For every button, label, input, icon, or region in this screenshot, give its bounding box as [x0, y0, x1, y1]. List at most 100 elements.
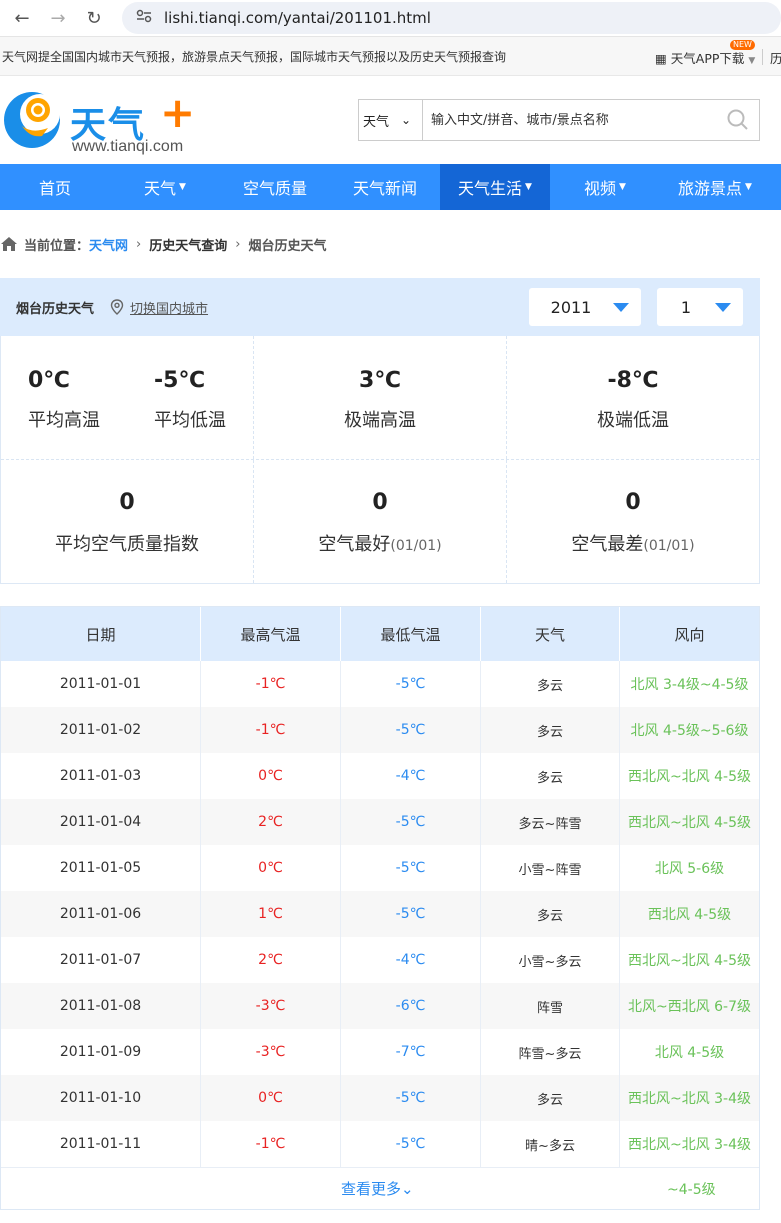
logo-site-url: www.tianqi.com — [72, 138, 184, 155]
cell-date: 2011-01-07 — [59, 952, 142, 968]
cell-high: -1℃ — [200, 661, 340, 707]
cell-date: 2011-01-04 — [59, 814, 142, 830]
worst-air-date: (01/01) — [643, 538, 695, 554]
nav-item-travel[interactable]: 旅游景点 ▼ — [660, 164, 770, 210]
nav-item-weather-life[interactable]: 天气生活 ▼ — [440, 164, 550, 210]
avg-high-value: 0℃ — [28, 368, 70, 393]
chevron-down-icon: ⌄ — [401, 113, 412, 127]
site-logo[interactable]: 天气 + www.tianqi.com — [0, 86, 200, 156]
stat-cell-extreme-high: 3℃ 极端高温 — [253, 336, 506, 459]
month-select[interactable]: 1 — [657, 288, 743, 326]
divider — [762, 49, 763, 65]
dropdown-triangle-icon: ▼ — [619, 182, 626, 192]
app-download-link[interactable]: ▦ 天气APP下载 ▼ — [655, 48, 755, 67]
cell-high: -1℃ — [200, 1121, 340, 1167]
cell-low: -4℃ — [340, 937, 480, 983]
dropdown-triangle-icon: ▼ — [525, 182, 532, 192]
browser-toolbar: ← → ↻ lishi.tianqi.com/yantai/201101.htm… — [0, 0, 781, 36]
cell-low: -6℃ — [340, 983, 480, 1029]
cell-low: -5℃ — [340, 707, 480, 753]
cell-weather: 多云 — [480, 753, 619, 799]
cell-wind: 北风 3-4级~4-5级 — [619, 661, 759, 707]
back-arrow-icon[interactable]: ← — [8, 4, 36, 32]
caret-down-icon — [613, 302, 629, 312]
chevron-right-icon: › — [235, 236, 241, 252]
nav-item-air-quality[interactable]: 空气质量 — [220, 164, 330, 210]
header-date: 日期 — [85, 625, 116, 644]
cell-low: -5℃ — [340, 891, 480, 937]
breadcrumb-history-link[interactable]: 历史天气查询 — [149, 235, 227, 254]
avg-low-label: 平均低温 — [154, 410, 226, 431]
show-more-button[interactable]: 查看更多⌄ — [341, 1178, 414, 1199]
search-button[interactable] — [717, 100, 759, 140]
cell-high: 1℃ — [200, 891, 340, 937]
switch-city-link[interactable]: 切换国内城市 — [130, 298, 208, 317]
avg-high-label: 平均高温 — [28, 410, 100, 431]
extreme-high-label: 极端高温 — [344, 410, 416, 431]
history-table: 日期 最高气温 最低气温 天气 风向 2011-01-01 -1℃ -5℃ 多云 北风 … — [0, 606, 760, 1210]
table-header: 日期 最高气温 最低气温 天气 风向 — [1, 607, 759, 661]
year-select[interactable]: 2011 — [529, 288, 641, 326]
breadcrumb-home-link[interactable]: 天气网 — [89, 235, 128, 254]
cell-high: -3℃ — [200, 983, 340, 1029]
cell-wind: 西北风 4-5级 — [619, 891, 759, 937]
table-row: 2011-01-08 -3℃ -6℃ 阵雪 北风~西北风 6-7级 — [1, 983, 759, 1029]
cell-weather: 多云 — [480, 1075, 619, 1121]
home-icon — [1, 237, 17, 251]
search-input[interactable] — [423, 100, 717, 140]
dropdown-triangle-icon: ▼ — [745, 182, 752, 192]
cell-weather: 多云 — [480, 707, 619, 753]
breadcrumb-current: 烟台历史天气 — [248, 238, 327, 254]
cell-date: 2011-01-02 — [59, 722, 142, 738]
cell-low: -5℃ — [340, 845, 480, 891]
nav-item-weather[interactable]: 天气 ▼ — [110, 164, 220, 210]
cell-high: -1℃ — [200, 707, 340, 753]
table-row: 2011-01-09 -3℃ -7℃ 阵雪~多云 北风 4-5级 — [1, 1029, 759, 1075]
stat-cell-avg-temp: 0℃ 平均高温 -5℃ 平均低温 — [1, 336, 253, 459]
cell-low: -5℃ — [340, 661, 480, 707]
table-row: 2011-01-11 -1℃ -5℃ 晴~多云 西北风~北风 3-4级 — [1, 1121, 759, 1167]
cell-low: -4℃ — [340, 753, 480, 799]
search-type-select[interactable]: 天气 ⌄ — [359, 100, 423, 140]
stat-cell-avg-aqi: 0 平均空气质量指数 — [1, 460, 253, 583]
cell-low: -7℃ — [340, 1029, 480, 1075]
nav-item-weather-news[interactable]: 天气新闻 — [330, 164, 440, 210]
worst-air-value: 0 — [625, 490, 641, 515]
cell-date: 2011-01-09 — [59, 1044, 142, 1060]
avg-aqi-label: 平均空气质量指数 — [55, 534, 199, 555]
extreme-high-value: 3℃ — [359, 368, 401, 393]
cell-wind: 西北风~北风 4-5级 — [619, 753, 759, 799]
stat-cell-best-air: 0 空气最好(01/01) — [253, 460, 506, 583]
cell-low: -5℃ — [340, 1075, 480, 1121]
site-settings-icon[interactable] — [136, 9, 152, 27]
breadcrumb-prefix: 当前位置： — [24, 238, 90, 254]
search-icon — [727, 109, 748, 130]
cell-weather: 小雪~多云 — [480, 937, 619, 983]
cell-high: 0℃ — [200, 753, 340, 799]
cell-low: -5℃ — [340, 799, 480, 845]
reload-icon[interactable]: ↻ — [80, 4, 108, 32]
cell-wind: 北风~西北风 6-7级 — [619, 983, 759, 1029]
stat-cell-worst-air: 0 空气最差(01/01) — [506, 460, 759, 583]
cell-wind: 西北风~北风 3-4级 — [619, 1075, 759, 1121]
cell-wind: 北风 4-5级 — [619, 1029, 759, 1075]
address-url: lishi.tianqi.com/yantai/201101.html — [164, 9, 431, 27]
forward-arrow-icon[interactable]: → — [44, 4, 72, 32]
nav-item-home[interactable]: 首页 — [0, 164, 110, 210]
extreme-low-label: 极端低温 — [597, 410, 669, 431]
stat-cell-extreme-low: -8℃ 极端低温 — [506, 336, 759, 459]
header-low: 最低气温 — [340, 607, 480, 661]
table-row: 2011-01-02 -1℃ -5℃ 多云 北风 4-5级~5-6级 — [1, 707, 759, 753]
search-box: 天气 ⌄ — [358, 99, 760, 141]
history-panel-header: 烟台历史天气 切换国内城市 2011 1 — [0, 278, 760, 336]
nav-item-video[interactable]: 视频 ▼ — [550, 164, 660, 210]
cell-date: 2011-01-08 — [59, 998, 142, 1014]
table-row: 2011-01-10 0℃ -5℃ 多云 西北风~北风 3-4级 — [1, 1075, 759, 1121]
history-link[interactable]: 历 — [770, 48, 781, 67]
site-header: 天气 + www.tianqi.com 天气 ⌄ — [0, 76, 781, 164]
cell-high: 0℃ — [200, 845, 340, 891]
extreme-low-value: -8℃ — [607, 368, 659, 393]
worst-air-label: 空气最差(01/01) — [571, 534, 695, 555]
address-bar[interactable]: lishi.tianqi.com/yantai/201101.html — [122, 2, 781, 34]
new-badge: NEW — [730, 40, 755, 50]
